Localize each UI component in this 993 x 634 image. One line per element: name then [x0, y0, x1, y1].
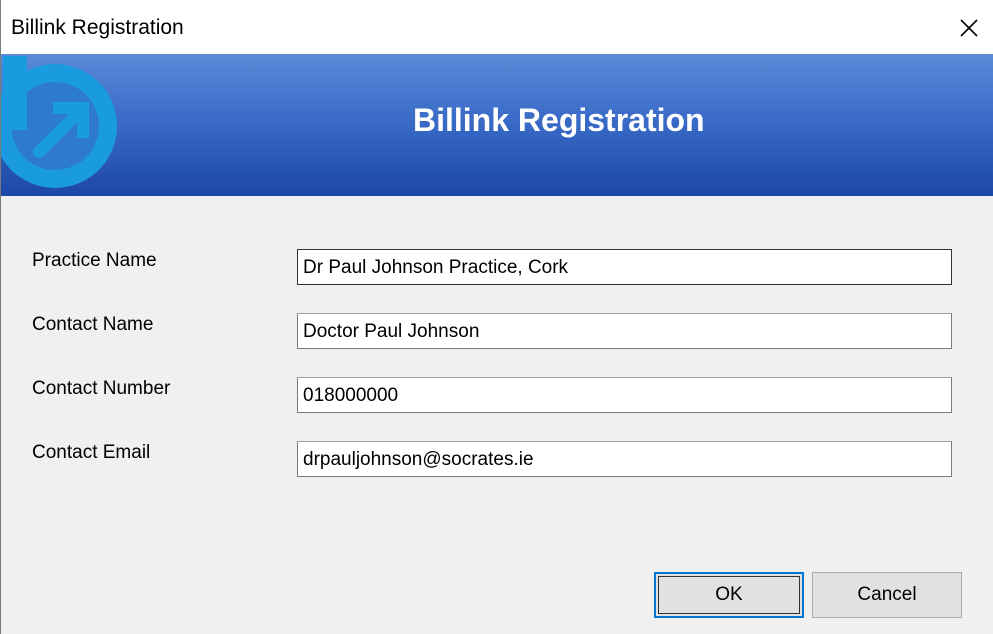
contact-email-label: Contact Email [32, 442, 151, 463]
contact-name-label: Contact Name [32, 314, 154, 335]
contact-name-input[interactable] [297, 313, 952, 349]
contact-number-label: Contact Number [32, 378, 171, 399]
practice-name-label: Practice Name [32, 250, 157, 271]
window-title: Billink Registration [11, 16, 184, 39]
practice-name-input[interactable] [297, 249, 952, 285]
registration-dialog: Billink Registration Billink Registratio… [0, 0, 993, 634]
cancel-button-label: Cancel [857, 584, 917, 605]
contact-number-input[interactable] [297, 377, 952, 413]
contact-email-input[interactable] [297, 441, 952, 477]
close-button[interactable] [947, 8, 991, 48]
close-icon [960, 19, 978, 37]
ok-button[interactable]: OK [654, 572, 804, 618]
ok-button-label: OK [715, 584, 743, 605]
title-bar: Billink Registration [1, 0, 993, 54]
banner-title: Billink Registration [413, 102, 705, 138]
header-banner: Billink Registration [1, 54, 993, 196]
cancel-button[interactable]: Cancel [812, 572, 962, 618]
billink-logo [1, 56, 117, 188]
